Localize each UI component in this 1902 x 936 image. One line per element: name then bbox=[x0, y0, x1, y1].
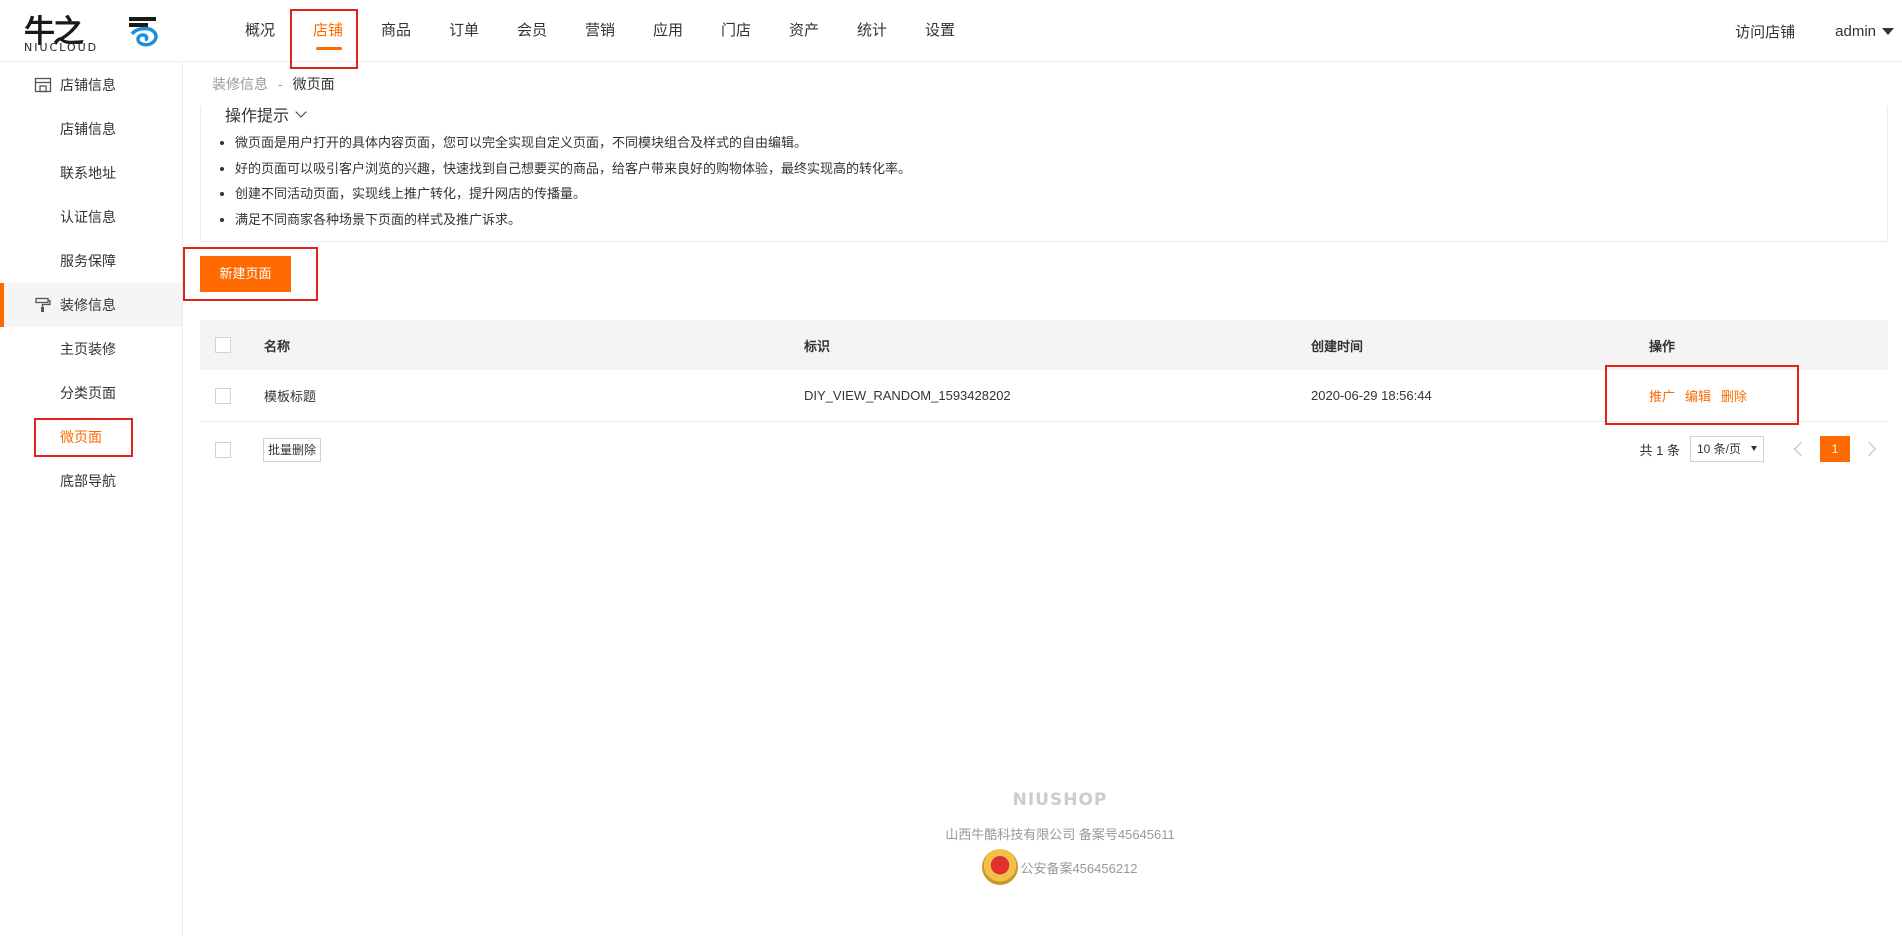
nav-assets[interactable]: 资产 bbox=[770, 0, 838, 62]
nav-store[interactable]: 店铺 bbox=[294, 0, 362, 62]
top-header: 牛之 NIUCLOUD 概况 店铺 商品 订单 会员 营销 应用 门店 资产 统… bbox=[0, 0, 1902, 62]
header-right: 访问店铺 admin bbox=[1735, 0, 1894, 62]
sidebar-item-contact-address[interactable]: 联系地址 bbox=[0, 151, 182, 195]
tips-list: 微页面是用户打开的具体内容页面，您可以完全实现自定义页面，不同模块组合及样式的自… bbox=[235, 130, 911, 232]
prev-page-icon[interactable] bbox=[1793, 441, 1809, 457]
paint-roller-icon bbox=[35, 297, 51, 312]
sidebar-group-label: 装修信息 bbox=[60, 297, 116, 313]
nav-stats[interactable]: 统计 bbox=[838, 0, 906, 62]
page-footer: NIUSHOP 山西牛酷科技有限公司 备案号45645611 公安备案45645… bbox=[900, 790, 1220, 885]
row-checkbox[interactable] bbox=[215, 387, 231, 404]
next-page-icon[interactable] bbox=[1861, 441, 1877, 457]
table-footer: 批量删除 共 1 条 10 条/页 1 bbox=[200, 422, 1888, 478]
sidebar-item-micro-page[interactable]: 微页面 bbox=[0, 415, 182, 459]
tip-item: 满足不同商家各种场景下页面的样式及推广诉求。 bbox=[235, 207, 911, 233]
micro-page-table: 名称 标识 创建时间 操作 模板标题 DIY_VIEW_RANDOM_15934… bbox=[200, 320, 1888, 478]
nav-orders[interactable]: 订单 bbox=[430, 0, 498, 62]
page-size-value: 10 条/页 bbox=[1697, 442, 1742, 456]
nav-goods[interactable]: 商品 bbox=[362, 0, 430, 62]
footer-brand: NIUSHOP bbox=[1012, 790, 1108, 810]
page-size-select[interactable]: 10 条/页 bbox=[1690, 436, 1764, 462]
breadcrumb-current: 微页面 bbox=[292, 76, 335, 92]
tip-item: 创建不同活动页面，实现线上推广转化，提升网店的传播量。 bbox=[235, 181, 911, 207]
user-name: admin bbox=[1835, 22, 1876, 40]
caret-down-icon bbox=[1751, 446, 1757, 451]
sidebar-group-label: 店铺信息 bbox=[60, 77, 116, 93]
nav-settings[interactable]: 设置 bbox=[906, 0, 974, 62]
cell-identifier: DIY_VIEW_RANDOM_1593428202 bbox=[804, 388, 1011, 403]
caret-down-icon bbox=[1882, 27, 1894, 35]
edit-link[interactable]: 编辑 bbox=[1685, 386, 1711, 405]
sidebar-group-decoration[interactable]: 装修信息 bbox=[0, 283, 182, 327]
sidebar-item-category-page[interactable]: 分类页面 bbox=[0, 371, 182, 415]
tip-item: 好的页面可以吸引客户浏览的兴趣，快速找到自己想要买的商品，给客户带来良好的购物体… bbox=[235, 156, 911, 182]
column-header-actions: 操作 bbox=[1649, 338, 1676, 354]
sidebar-item-home-decoration[interactable]: 主页装修 bbox=[0, 327, 182, 371]
footer-company: 山西牛酷科技有限公司 备案号45645611 bbox=[945, 827, 1175, 842]
niucloud-logo[interactable]: 牛之 NIUCLOUD bbox=[22, 8, 162, 54]
tip-item: 微页面是用户打开的具体内容页面，您可以完全实现自定义页面，不同模块组合及样式的自… bbox=[235, 130, 911, 156]
select-all-checkbox[interactable] bbox=[215, 337, 231, 353]
nav-apps[interactable]: 应用 bbox=[634, 0, 702, 62]
police-record-text[interactable]: 公安备案456456212 bbox=[1020, 858, 1137, 877]
nav-members[interactable]: 会员 bbox=[498, 0, 566, 62]
tips-toggle[interactable]: 操作提示 bbox=[225, 102, 307, 126]
visit-store-link[interactable]: 访问店铺 bbox=[1735, 21, 1795, 42]
table-row: 模板标题 DIY_VIEW_RANDOM_1593428202 2020-06-… bbox=[200, 370, 1888, 422]
operation-tips-panel: 操作提示 微页面是用户打开的具体内容页面，您可以完全实现自定义页面，不同模块组合… bbox=[200, 106, 1888, 242]
breadcrumb-separator: - bbox=[278, 76, 283, 92]
cell-name: 模板标题 bbox=[264, 389, 317, 404]
pagination-total: 共 1 条 bbox=[1639, 442, 1680, 458]
tips-title: 操作提示 bbox=[225, 108, 290, 125]
sidebar-item-service-guarantee[interactable]: 服务保障 bbox=[0, 239, 182, 283]
top-nav: 概况 店铺 商品 订单 会员 营销 应用 门店 资产 统计 设置 bbox=[226, 0, 974, 62]
sidebar-item-bottom-nav[interactable]: 底部导航 bbox=[0, 459, 182, 503]
logo-swirl-icon bbox=[129, 17, 158, 47]
logo-text-en: NIUCLOUD bbox=[24, 41, 99, 54]
column-header-created: 创建时间 bbox=[1311, 338, 1364, 354]
new-page-button[interactable]: 新建页面 bbox=[200, 256, 291, 292]
chevron-down-icon bbox=[295, 106, 307, 118]
table-header: 名称 标识 创建时间 操作 bbox=[200, 320, 1888, 370]
breadcrumb: 装修信息 - 微页面 bbox=[212, 74, 335, 94]
sidebar: 店铺信息 店铺信息 联系地址 认证信息 服务保障 装修信息 主页装修 分类页面 … bbox=[0, 63, 183, 936]
column-header-identifier: 标识 bbox=[804, 338, 831, 354]
nav-overview[interactable]: 概况 bbox=[226, 0, 294, 62]
cell-created: 2020-06-29 18:56:44 bbox=[1311, 388, 1432, 403]
police-emblem-icon bbox=[982, 849, 1019, 885]
column-header-name: 名称 bbox=[264, 338, 291, 354]
store-icon bbox=[34, 77, 52, 93]
batch-delete-button[interactable]: 批量删除 bbox=[263, 438, 322, 462]
sidebar-group-store-info[interactable]: 店铺信息 bbox=[0, 63, 182, 107]
footer-police-record: 公安备案456456212 bbox=[900, 849, 1220, 885]
delete-link[interactable]: 删除 bbox=[1721, 386, 1747, 405]
breadcrumb-parent[interactable]: 装修信息 bbox=[212, 76, 268, 92]
sidebar-item-certification[interactable]: 认证信息 bbox=[0, 195, 182, 239]
pagination: 共 1 条 10 条/页 1 bbox=[1640, 436, 1888, 462]
nav-stores[interactable]: 门店 bbox=[702, 0, 770, 62]
nav-marketing[interactable]: 营销 bbox=[566, 0, 634, 62]
page-number-current[interactable]: 1 bbox=[1820, 436, 1850, 462]
promote-link[interactable]: 推广 bbox=[1649, 386, 1675, 405]
user-menu[interactable]: admin bbox=[1835, 23, 1894, 40]
cell-actions: 推广 编辑 删除 bbox=[1649, 386, 1747, 405]
sidebar-item-store-info[interactable]: 店铺信息 bbox=[0, 107, 182, 151]
footer-select-all-checkbox[interactable] bbox=[215, 442, 231, 458]
